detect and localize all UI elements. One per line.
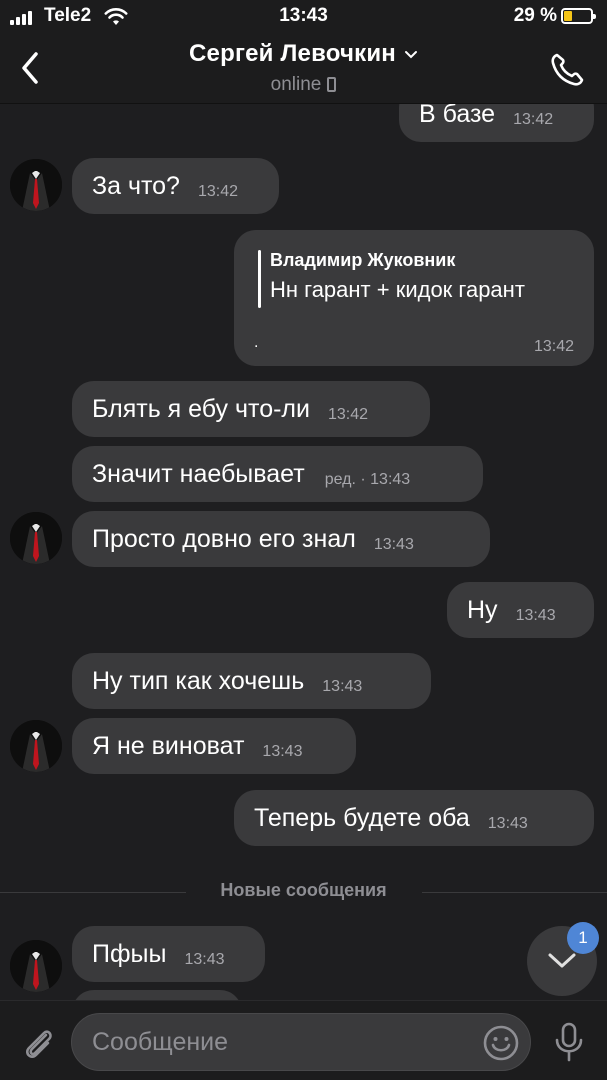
message-text: Просто довно его знал <box>92 524 356 553</box>
message-bubble-incoming[interactable] <box>72 990 242 1000</box>
avatar[interactable] <box>10 512 62 564</box>
battery-percent: 29 % <box>513 5 557 26</box>
composer-bar <box>0 1000 607 1080</box>
message-text: Теперь будете оба <box>254 803 470 832</box>
chevron-down-icon <box>548 953 576 968</box>
message-bubble-incoming[interactable]: Я не виноват 13:43 <box>72 718 356 774</box>
avatar[interactable] <box>10 159 62 211</box>
phone-icon[interactable] <box>547 50 587 90</box>
message-bubble-incoming[interactable]: Пфыы 13:43 <box>72 926 265 982</box>
contact-status: online <box>270 74 322 95</box>
message-text: Блять я ебу что-ли <box>92 394 310 423</box>
reply-author: Владимир Жуковник <box>270 250 456 270</box>
new-messages-divider: Новые сообщения <box>0 880 607 906</box>
message-time: 13:43 <box>373 536 414 553</box>
message-time: 13:43 <box>370 471 411 488</box>
message-text: . <box>254 334 259 351</box>
message-text: Пфыы <box>92 939 167 968</box>
message-bubble-outgoing-reply[interactable]: Владимир Жуковник Нн гарант + кидок гара… <box>234 230 594 366</box>
message-time: 13:42 <box>533 338 574 355</box>
message-time: 13:43 <box>322 678 363 695</box>
message-bubble-incoming[interactable]: Блять я ебу что-ли 13:42 <box>72 381 430 437</box>
message-text: За что? <box>92 171 180 200</box>
new-messages-label: Новые сообщения <box>220 880 387 900</box>
message-text: Я не виноват <box>92 731 245 760</box>
message-list[interactable]: В базе 13:42 За что? 13:42 Владимир Жуко… <box>0 104 607 1000</box>
message-bubble-outgoing[interactable]: Теперь будете оба 13:43 <box>234 790 594 846</box>
message-time: 13:42 <box>327 406 369 423</box>
avatar-suit-icon <box>10 720 62 772</box>
message-text: Ну <box>467 595 498 624</box>
message-time: 13:42 <box>197 183 238 200</box>
message-input-field[interactable] <box>71 1013 531 1071</box>
message-bubble-outgoing[interactable]: В базе 13:42 <box>399 104 594 142</box>
message-bubble-incoming[interactable]: Просто довно его знал 13:43 <box>72 511 490 567</box>
contact-name: Сергей Левочкин <box>189 40 396 67</box>
contact-info[interactable]: Сергей Левочкин online <box>0 40 607 96</box>
message-time: 13:42 <box>513 111 554 128</box>
chat-header: Сергей Левочкин online <box>0 34 607 104</box>
message-input[interactable] <box>92 1014 472 1070</box>
message-time: 13:43 <box>487 815 528 832</box>
paperclip-icon[interactable] <box>18 1023 58 1063</box>
unread-count-badge: 1 <box>567 922 599 954</box>
message-time: 13:43 <box>262 743 303 760</box>
message-bubble-incoming[interactable]: За что? 13:42 <box>72 158 279 214</box>
emoji-icon[interactable] <box>482 1024 520 1062</box>
message-text: Значит наебывает <box>92 459 305 488</box>
message-text: Ну тип как хочешь <box>92 666 305 695</box>
avatar-suit-icon <box>10 159 62 211</box>
chevron-down-icon <box>405 50 417 59</box>
mobile-device-icon <box>327 77 337 92</box>
message-bubble-incoming[interactable]: Ну тип как хочешь 13:43 <box>72 653 431 709</box>
avatar[interactable] <box>10 720 62 772</box>
avatar-suit-icon <box>10 512 62 564</box>
message-time: 13:43 <box>515 607 556 624</box>
edited-label: ред. · <box>324 471 366 488</box>
reply-quote-text: Нн гарант + кидок гарант <box>270 277 525 302</box>
microphone-icon[interactable] <box>552 1021 586 1063</box>
message-text: В базе <box>419 104 496 128</box>
message-bubble-outgoing[interactable]: Ну 13:43 <box>447 582 594 638</box>
avatar-suit-icon <box>10 940 62 992</box>
avatar[interactable] <box>10 940 62 992</box>
message-time: 13:43 <box>184 951 225 968</box>
message-bubble-incoming[interactable]: Значит наебывает ред. · 13:43 <box>72 446 483 502</box>
reply-quote-bar <box>258 250 261 308</box>
battery-icon <box>561 8 596 24</box>
status-bar: Tele2 13:43 29 % <box>0 0 607 34</box>
